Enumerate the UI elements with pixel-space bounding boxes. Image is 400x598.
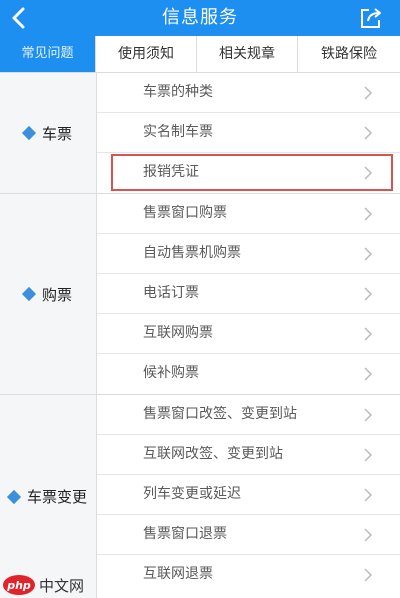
tab-usage-notes[interactable]: 使用须知 — [96, 36, 197, 72]
chevron-right-icon — [364, 86, 373, 100]
category-label: 购票 — [41, 285, 72, 304]
chevron-right-icon — [364, 367, 373, 381]
faq-list: 车票 车票的种类 实名制车票 报销凭证 购票 售票窗口购票 自动售票机购票 电话… — [0, 73, 400, 598]
tab-bar: 常见问题 使用须知 相关规章 铁路保险 — [0, 36, 400, 73]
item-label: 自动售票机购票 — [143, 245, 241, 261]
list-item[interactable]: 售票窗口购票 — [97, 194, 400, 234]
chevron-right-icon — [364, 528, 373, 542]
share-icon[interactable] — [358, 5, 384, 31]
item-label: 互联网购票 — [143, 325, 213, 341]
list-item[interactable]: 自动售票机购票 — [97, 234, 400, 274]
list-item-highlighted[interactable]: 报销凭证 — [110, 153, 394, 192]
category-ticket: 车票 — [0, 73, 97, 193]
tab-railway-insurance[interactable]: 铁路保险 — [298, 36, 400, 72]
list-item[interactable]: 电话订票 — [97, 274, 400, 314]
list-item[interactable]: 候补购票 — [97, 354, 400, 393]
chevron-right-icon — [364, 327, 373, 341]
chevron-right-icon — [364, 287, 373, 301]
chevron-right-icon — [364, 408, 373, 422]
item-label: 互联网改签、变更到站 — [143, 446, 283, 462]
list-item[interactable]: 实名制车票 — [97, 113, 400, 153]
item-label: 互联网退票 — [143, 566, 213, 582]
list-item[interactable]: 互联网购票 — [97, 314, 400, 354]
list-item[interactable]: 列车变更或延迟 — [97, 475, 400, 515]
item-label: 列车变更或延迟 — [143, 486, 241, 502]
diamond-icon — [6, 489, 22, 504]
logo-text: php — [6, 579, 31, 592]
list-item[interactable]: 车票的种类 — [97, 73, 400, 113]
page-title: 信息服务 — [162, 7, 238, 28]
item-label: 车票的种类 — [143, 84, 213, 100]
faq-group-purchase: 购票 售票窗口购票 自动售票机购票 电话订票 互联网购票 候补购票 — [0, 194, 400, 395]
category-label: 车票 — [41, 124, 72, 143]
list-item[interactable]: 售票窗口改签、变更到站 — [97, 395, 400, 435]
item-list: 车票的种类 实名制车票 报销凭证 — [97, 73, 400, 193]
diamond-icon — [21, 125, 37, 141]
item-label: 报销凭证 — [143, 164, 199, 180]
item-label: 售票窗口改签、变更到站 — [143, 406, 297, 422]
item-label: 实名制车票 — [143, 124, 213, 140]
category-label: 车票变更 — [26, 488, 87, 506]
tab-faq[interactable]: 常见问题 — [0, 36, 96, 72]
diamond-icon — [21, 286, 37, 302]
tab-regulations[interactable]: 相关规章 — [197, 36, 298, 72]
app-header: 信息服务 — [0, 0, 400, 36]
chevron-right-icon — [364, 166, 373, 180]
category-ticket-change: 车票变更 — [0, 395, 97, 598]
item-label: 售票窗口购票 — [143, 205, 227, 221]
chevron-right-icon — [364, 247, 373, 261]
list-item[interactable]: 互联网退票 — [97, 555, 400, 594]
list-item[interactable]: 售票窗口退票 — [97, 515, 400, 555]
chevron-right-icon — [364, 448, 373, 462]
chevron-right-icon — [364, 126, 373, 140]
chevron-right-icon — [364, 207, 373, 221]
category-purchase: 购票 — [0, 194, 97, 394]
list-item[interactable]: 互联网改签、变更到站 — [97, 435, 400, 475]
chevron-right-icon — [364, 568, 373, 582]
item-label: 电话订票 — [143, 285, 199, 301]
watermark: php 中文网 — [2, 574, 84, 596]
item-list: 售票窗口改签、变更到站 互联网改签、变更到站 列车变更或延迟 售票窗口退票 互联… — [97, 395, 400, 598]
item-label: 候补购票 — [143, 365, 199, 381]
item-list: 售票窗口购票 自动售票机购票 电话订票 互联网购票 候补购票 — [97, 194, 400, 394]
item-label: 售票窗口退票 — [143, 526, 227, 542]
watermark-text: 中文网 — [39, 576, 85, 595]
php-logo-icon: php — [3, 575, 35, 595]
faq-group-ticket-change: 车票变更 售票窗口改签、变更到站 互联网改签、变更到站 列车变更或延迟 售票窗口… — [0, 395, 400, 598]
faq-group-ticket: 车票 车票的种类 实名制车票 报销凭证 — [0, 73, 400, 194]
chevron-right-icon — [364, 488, 373, 502]
